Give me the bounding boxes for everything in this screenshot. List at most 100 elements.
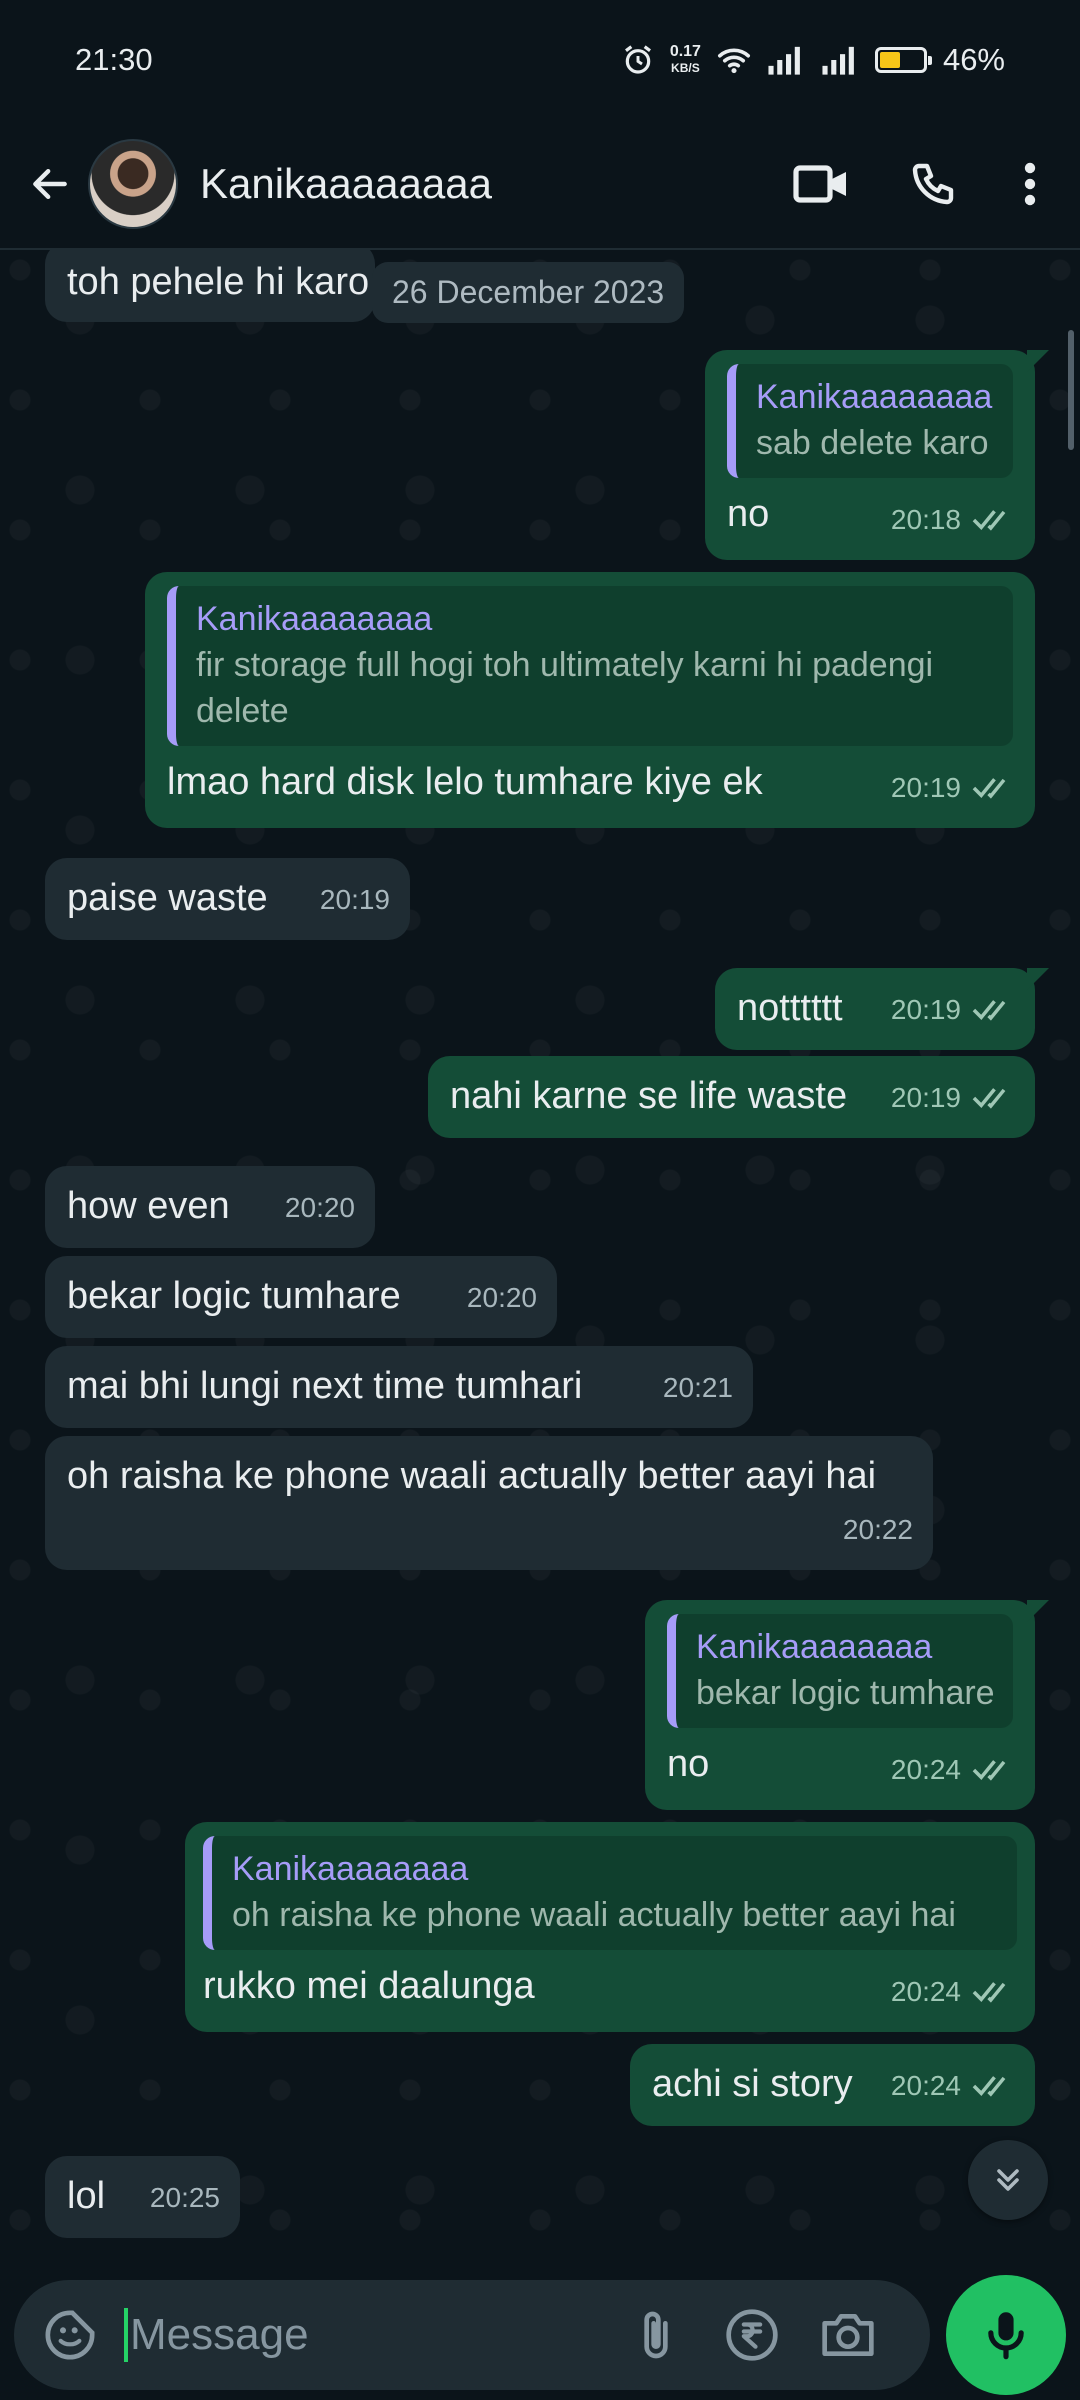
- double-check-icon: [972, 1088, 1006, 1109]
- message-outgoing[interactable]: achi si story 20:24: [630, 2044, 1035, 2126]
- message-incoming[interactable]: bekar logic tumhare 20:20: [45, 1256, 557, 1338]
- message-meta: 20:24: [891, 1744, 1015, 1796]
- double-check-icon: [972, 510, 1006, 531]
- contact-name[interactable]: Kanikaaaaaaaa: [200, 160, 754, 208]
- quote-sender: Kanikaaaaaaaa: [232, 1850, 469, 1888]
- camera-icon: [822, 2313, 874, 2356]
- message-outgoing[interactable]: nahi karne se life waste 20:19: [428, 1056, 1035, 1138]
- chat-header: Kanikaaaaaaaa: [0, 120, 1080, 250]
- quote-sender: Kanikaaaaaaaa: [756, 378, 993, 416]
- back-button[interactable]: [20, 154, 80, 214]
- message-meta: 20:20: [467, 1272, 537, 1324]
- quote-text: fir storage full hogi toh ultimately kar…: [196, 646, 934, 730]
- message-meta: 20:19: [320, 874, 390, 926]
- scrollbar[interactable]: [1068, 330, 1074, 450]
- message-time: 20:20: [466, 1282, 537, 1313]
- message-incoming[interactable]: mai bhi lungi next time tumhari 20:21: [45, 1346, 753, 1428]
- quote-text: oh raisha ke phone waali actually better…: [232, 1896, 956, 1934]
- double-check-icon: [972, 1760, 1006, 1781]
- message-time: 20:18: [890, 504, 961, 535]
- message-meta: 20:24: [891, 1966, 1015, 2018]
- message-text: how even: [67, 1185, 230, 1227]
- signal-icon-2: [822, 46, 854, 75]
- back-arrow-icon: [33, 168, 67, 200]
- message-meta: 20:18: [891, 494, 1015, 546]
- message-outgoing[interactable]: Kanikaaaaaaaa fir storage full hogi toh …: [145, 572, 1035, 828]
- message-incoming[interactable]: toh pehele hi karo: [45, 250, 375, 322]
- message-meta: 20:19: [891, 1072, 1015, 1124]
- quoted-message[interactable]: Kanikaaaaaaaa sab delete karo: [727, 364, 1013, 478]
- payment-button[interactable]: [712, 2295, 792, 2375]
- message-outgoing[interactable]: Kanikaaaaaaaa bekar logic tumhare no 20:…: [645, 1600, 1049, 1810]
- voice-call-button[interactable]: [888, 139, 978, 229]
- microphone-icon: [988, 2312, 1025, 2360]
- message-input-pill: [14, 2280, 931, 2390]
- double-check-icon: [972, 1982, 1006, 2003]
- battery-fill: [879, 52, 901, 68]
- more-options-icon: [1024, 162, 1036, 206]
- message-incoming[interactable]: paise waste 20:19: [45, 858, 410, 940]
- message-text: nahi karne se life waste: [450, 1075, 848, 1117]
- scroll-to-bottom-button[interactable]: [968, 2140, 1048, 2220]
- message-meta: 20:25: [150, 2172, 220, 2224]
- rupee-icon: [726, 2309, 778, 2361]
- message-meta: 20:24: [891, 2060, 1015, 2112]
- battery-icon: [874, 47, 932, 73]
- message-outgoing[interactable]: Kanikaaaaaaaa oh raisha ke phone waali a…: [185, 1822, 1035, 2032]
- message-incoming[interactable]: lol 20:25: [45, 2156, 240, 2238]
- message-meta: 20:19: [891, 984, 1015, 1036]
- quoted-message[interactable]: Kanikaaaaaaaa bekar logic tumhare: [667, 1614, 1013, 1728]
- double-check-icon: [972, 1000, 1006, 1021]
- double-check-icon: [972, 2076, 1006, 2097]
- message-time: 20:24: [890, 1754, 961, 1785]
- message-time: 20:24: [890, 1976, 961, 2007]
- quoted-message[interactable]: Kanikaaaaaaaa fir storage full hogi toh …: [167, 586, 1013, 746]
- phone-icon: [912, 163, 954, 205]
- alarm-icon: [624, 45, 651, 74]
- quote-text: bekar logic tumhare: [696, 1674, 995, 1712]
- message-meta: 20:22: [843, 1504, 913, 1556]
- message-meta: 20:21: [663, 1362, 733, 1414]
- message-outgoing[interactable]: Kanikaaaaaaaa sab delete karo no 20:18: [705, 350, 1049, 560]
- chat-area[interactable]: toh pehele hi karo 26 December 2023 Kani…: [0, 250, 1080, 2270]
- status-icons: 0.17 KB/S 46%: [622, 42, 1005, 78]
- network-speed-unit: KB/S: [671, 61, 700, 75]
- message-incoming[interactable]: oh raisha ke phone waali actually better…: [45, 1436, 933, 1570]
- double-chevron-down-icon: [997, 2169, 1019, 2191]
- avatar[interactable]: [88, 139, 178, 229]
- network-speed-value: 0.17: [669, 43, 701, 60]
- attach-button[interactable]: [616, 2295, 696, 2375]
- double-check-icon: [972, 778, 1006, 799]
- text-cursor: [124, 2308, 128, 2362]
- message-time: 20:20: [284, 1192, 355, 1223]
- date-chip: 26 December 2023: [372, 262, 685, 323]
- sticker-icon: [45, 2310, 95, 2360]
- sticker-button[interactable]: [40, 2305, 100, 2365]
- voice-message-button[interactable]: [946, 2275, 1066, 2395]
- message-time: 20:22: [842, 1514, 913, 1545]
- message-time: 20:19: [319, 884, 390, 915]
- battery-percent: 46%: [942, 42, 1005, 77]
- message-time: 20:25: [149, 2182, 220, 2213]
- message-text: paise waste: [67, 877, 268, 919]
- message-incoming[interactable]: how even 20:20: [45, 1166, 375, 1248]
- video-call-button[interactable]: [776, 139, 866, 229]
- message-time: 20:19: [890, 994, 961, 1025]
- video-call-icon: [793, 165, 846, 203]
- quote-sender: Kanikaaaaaaaa: [696, 1628, 933, 1666]
- signal-icon: [768, 46, 800, 75]
- message-input[interactable]: [130, 2310, 600, 2360]
- message-text: mai bhi lungi next time tumhari: [67, 1365, 583, 1407]
- quoted-message[interactable]: Kanikaaaaaaaa oh raisha ke phone waali a…: [203, 1836, 1017, 1950]
- more-options-button[interactable]: [1000, 139, 1060, 229]
- message-text: oh raisha ke phone waali actually better…: [67, 1455, 877, 1497]
- message-time: 20:24: [890, 2070, 961, 2101]
- message-time: 20:21: [662, 1372, 733, 1403]
- message-outgoing[interactable]: notttttt 20:19: [715, 968, 1049, 1050]
- camera-button[interactable]: [808, 2295, 888, 2375]
- message-meta: 20:20: [285, 1182, 355, 1234]
- message-text: bekar logic tumhare: [67, 1275, 401, 1317]
- quote-text: sab delete karo: [756, 424, 989, 462]
- message-meta: 20:19: [891, 762, 1015, 814]
- message-text: notttttt: [737, 987, 843, 1029]
